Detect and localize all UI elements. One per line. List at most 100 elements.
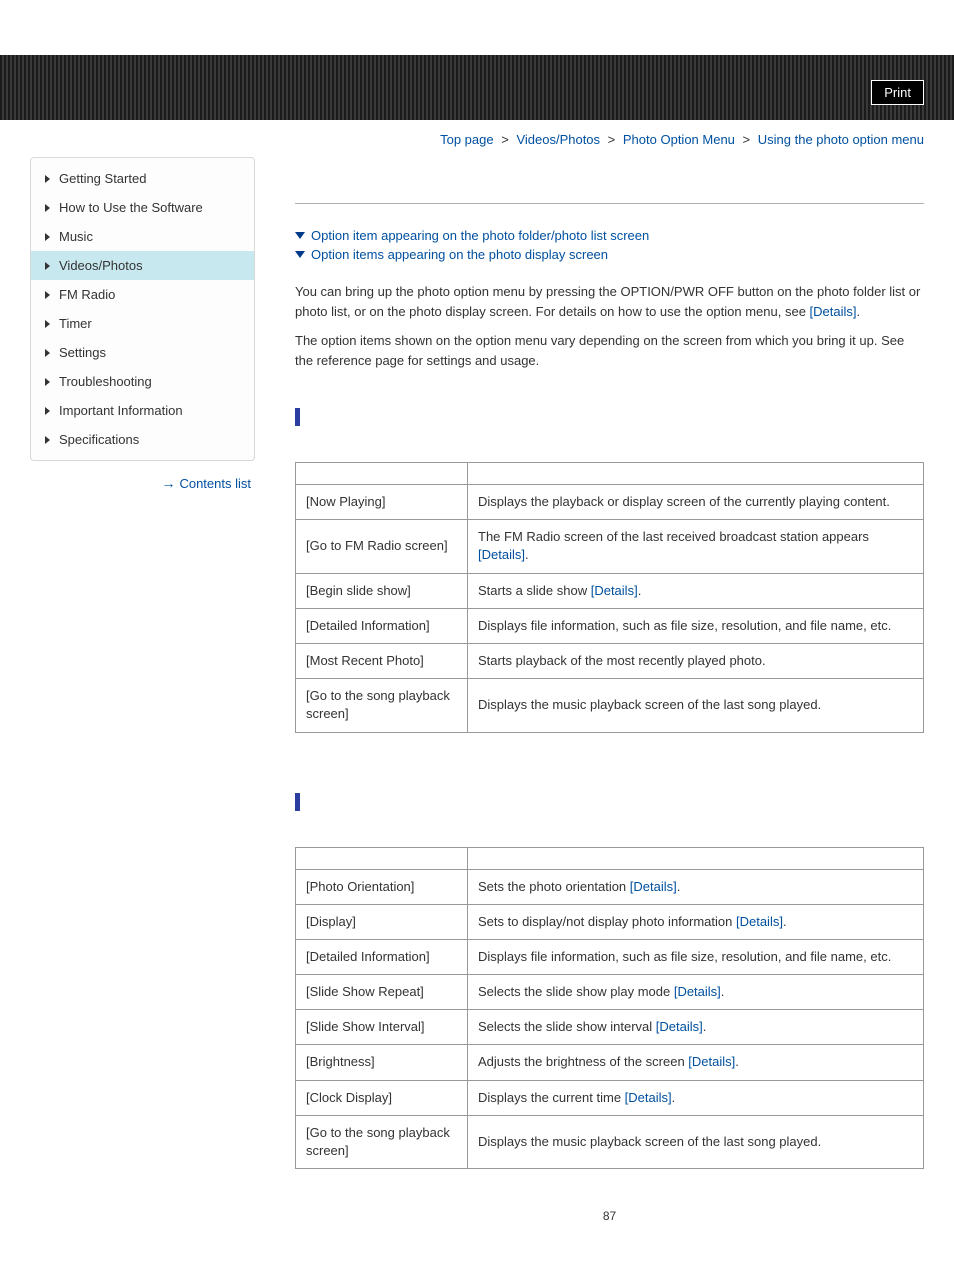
table-header: [468, 463, 924, 485]
dot: .: [783, 914, 787, 929]
details-link[interactable]: [Details]: [810, 304, 857, 319]
jump-link-label: Option item appearing on the photo folde…: [311, 228, 649, 243]
main-content: Option item appearing on the photo folde…: [275, 157, 924, 1243]
details-link[interactable]: [Details]: [674, 984, 721, 999]
table-header: [296, 847, 468, 869]
option-item: [Display]: [296, 904, 468, 939]
triangle-down-icon: [295, 251, 305, 258]
desc-text: Selects the slide show play mode: [478, 984, 674, 999]
option-item: [Go to FM Radio screen]: [296, 520, 468, 573]
breadcrumb-sep: >: [739, 132, 755, 147]
sidebar-item-getting-started[interactable]: Getting Started: [31, 164, 254, 193]
breadcrumb-sep: >: [497, 132, 513, 147]
arrow-right-icon: →: [161, 475, 175, 491]
option-desc: The FM Radio screen of the last received…: [468, 520, 924, 573]
dot: .: [735, 1054, 739, 1069]
table-row: [Most Recent Photo] Starts playback of t…: [296, 643, 924, 678]
sidebar: Getting Started How to Use the Software …: [30, 157, 275, 1243]
table-row: [Slide Show Repeat] Selects the slide sh…: [296, 975, 924, 1010]
table-row: [Photo Orientation] Sets the photo orien…: [296, 869, 924, 904]
breadcrumb-top[interactable]: Top page: [440, 132, 494, 147]
option-desc: Selects the slide show play mode [Detail…: [468, 975, 924, 1010]
table-row: [Detailed Information] Displays file inf…: [296, 608, 924, 643]
details-link[interactable]: [Details]: [630, 879, 677, 894]
dot: .: [638, 583, 642, 598]
table-row: [Brightness] Adjusts the brightness of t…: [296, 1045, 924, 1080]
option-item: [Photo Orientation]: [296, 869, 468, 904]
sidebar-item-settings[interactable]: Settings: [31, 338, 254, 367]
option-desc: Sets the photo orientation [Details].: [468, 869, 924, 904]
sidebar-item-important[interactable]: Important Information: [31, 396, 254, 425]
table-row: [Detailed Information] Displays file inf…: [296, 939, 924, 974]
option-item: [Begin slide show]: [296, 573, 468, 608]
options-table-1: [Now Playing] Displays the playback or d…: [295, 462, 924, 733]
breadcrumb-sep: >: [604, 132, 620, 147]
dot: .: [525, 547, 529, 562]
breadcrumb: Top page > Videos/Photos > Photo Option …: [0, 120, 954, 147]
desc-text: Selects the slide show interval: [478, 1019, 656, 1034]
sidebar-item-howto[interactable]: How to Use the Software: [31, 193, 254, 222]
option-item: [Clock Display]: [296, 1080, 468, 1115]
desc-text: Sets the photo orientation: [478, 879, 630, 894]
print-button[interactable]: Print: [871, 80, 924, 105]
table-row: [Slide Show Interval] Selects the slide …: [296, 1010, 924, 1045]
table-row: [Display] Sets to display/not display ph…: [296, 904, 924, 939]
option-desc: Displays file information, such as file …: [468, 939, 924, 974]
option-desc: Starts a slide show [Details].: [468, 573, 924, 608]
option-desc: Displays the music playback screen of th…: [468, 1115, 924, 1168]
options-table-2: [Photo Orientation] Sets the photo orien…: [295, 847, 924, 1170]
dot: .: [703, 1019, 707, 1034]
sidebar-item-troubleshooting[interactable]: Troubleshooting: [31, 367, 254, 396]
option-item: [Most Recent Photo]: [296, 643, 468, 678]
option-item: [Slide Show Interval]: [296, 1010, 468, 1045]
option-item: [Go to the song playback screen]: [296, 1115, 468, 1168]
option-desc: Adjusts the brightness of the screen [De…: [468, 1045, 924, 1080]
option-item: [Now Playing]: [296, 485, 468, 520]
breadcrumb-current[interactable]: Using the photo option menu: [758, 132, 924, 147]
intro-paragraph-2: The option items shown on the option men…: [295, 331, 924, 370]
option-item: [Slide Show Repeat]: [296, 975, 468, 1010]
jump-link-display-screen[interactable]: Option items appearing on the photo disp…: [295, 247, 924, 262]
option-desc: Displays the current time [Details].: [468, 1080, 924, 1115]
details-link[interactable]: [Details]: [478, 547, 525, 562]
option-item: [Detailed Information]: [296, 608, 468, 643]
sidebar-item-music[interactable]: Music: [31, 222, 254, 251]
option-desc: Selects the slide show interval [Details…: [468, 1010, 924, 1045]
jump-link-label: Option items appearing on the photo disp…: [311, 247, 608, 262]
contents-list-label: Contents list: [179, 476, 251, 491]
desc-text: Adjusts the brightness of the screen: [478, 1054, 688, 1069]
breadcrumb-photo-option[interactable]: Photo Option Menu: [623, 132, 735, 147]
desc-text: Displays the current time: [478, 1090, 625, 1105]
table-row: [Go to the song playback screen] Display…: [296, 679, 924, 732]
sidebar-list: Getting Started How to Use the Software …: [30, 157, 255, 461]
sidebar-item-videos-photos[interactable]: Videos/Photos: [31, 251, 254, 280]
details-link[interactable]: [Details]: [591, 583, 638, 598]
dot: .: [857, 304, 861, 319]
option-item: [Brightness]: [296, 1045, 468, 1080]
section-marker-icon: [295, 408, 300, 426]
sidebar-item-fm-radio[interactable]: FM Radio: [31, 280, 254, 309]
table-header: [296, 463, 468, 485]
details-link[interactable]: [Details]: [688, 1054, 735, 1069]
contents-list-link[interactable]: → Contents list: [30, 461, 255, 491]
jump-link-folder-list[interactable]: Option item appearing on the photo folde…: [295, 228, 924, 243]
table-row: [Begin slide show] Starts a slide show […: [296, 573, 924, 608]
desc-text: The FM Radio screen of the last received…: [478, 529, 869, 544]
option-desc: Displays the playback or display screen …: [468, 485, 924, 520]
option-desc: Sets to display/not display photo inform…: [468, 904, 924, 939]
option-item: [Detailed Information]: [296, 939, 468, 974]
jump-links: Option item appearing on the photo folde…: [295, 228, 924, 262]
section-marker-icon: [295, 793, 300, 811]
dot: .: [672, 1090, 676, 1105]
sidebar-item-timer[interactable]: Timer: [31, 309, 254, 338]
dot: .: [677, 879, 681, 894]
option-desc: Displays file information, such as file …: [468, 608, 924, 643]
sidebar-item-specifications[interactable]: Specifications: [31, 425, 254, 454]
table-header: [468, 847, 924, 869]
details-link[interactable]: [Details]: [656, 1019, 703, 1034]
table-row: [Now Playing] Displays the playback or d…: [296, 485, 924, 520]
details-link[interactable]: [Details]: [625, 1090, 672, 1105]
details-link[interactable]: [Details]: [736, 914, 783, 929]
breadcrumb-videos[interactable]: Videos/Photos: [516, 132, 600, 147]
option-item: [Go to the song playback screen]: [296, 679, 468, 732]
